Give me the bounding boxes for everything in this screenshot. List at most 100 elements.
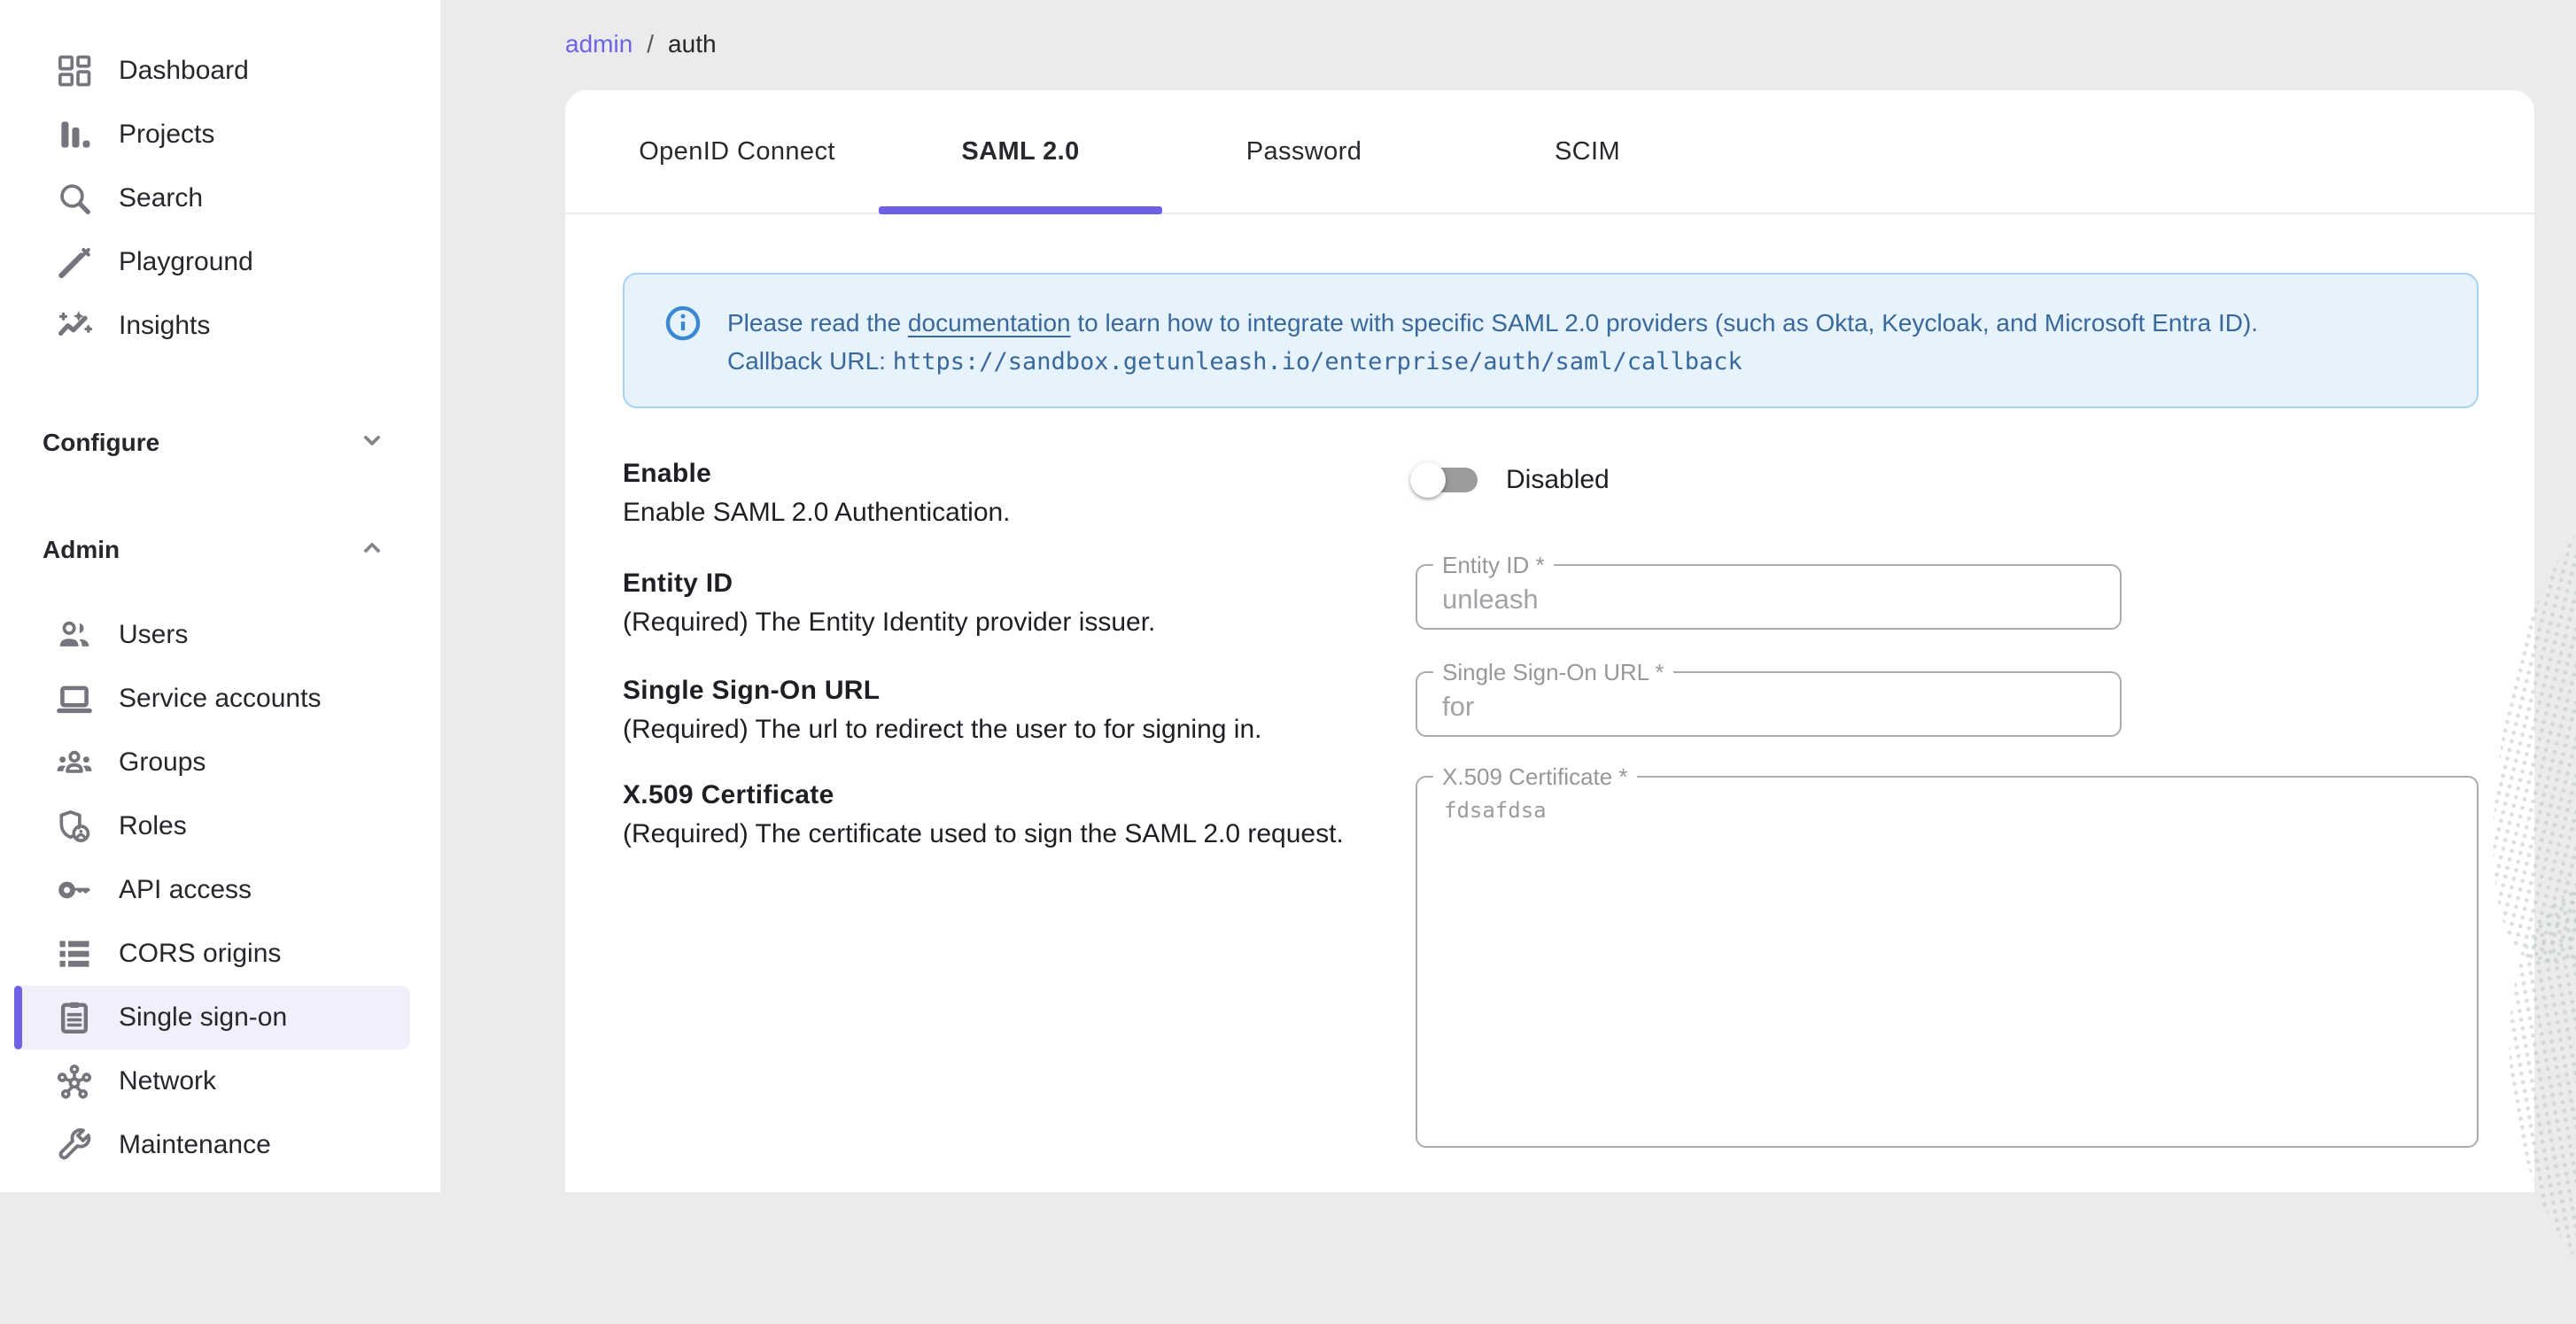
sso-url-row: Single Sign-On URL (Required) The url to… [623, 671, 2479, 749]
enable-row: Enable Enable SAML 2.0 Authentication. D… [623, 454, 2479, 532]
entity-id-description: (Required) The Entity Identity provider … [623, 603, 1371, 642]
sidebar-item-label: Playground [119, 247, 253, 277]
shield-person-icon [55, 807, 94, 846]
certificate-info: X.509 Certificate (Required) The certifi… [623, 776, 1416, 1148]
wrench-icon [55, 1126, 94, 1165]
sso-url-fieldbox: Single Sign-On URL * [1416, 671, 2122, 737]
certificate-field-label: X.509 Certificate * [1433, 764, 1637, 789]
breadcrumb-separator: / [647, 27, 654, 62]
sidebar-item-label: Dashboard [119, 56, 249, 86]
certificate-fieldbox: X.509 Certificate * fdsafdsa [1416, 776, 2479, 1148]
info-icon [663, 304, 702, 381]
sidebar-item-insights[interactable]: Insights [0, 294, 440, 358]
sidebar-item-users[interactable]: Users [0, 603, 440, 667]
breadcrumb-admin-link[interactable]: admin [565, 27, 632, 62]
tab-password[interactable]: Password [1162, 90, 1446, 213]
breadcrumb-current: auth [668, 27, 717, 62]
sidebar-item-roles[interactable]: Roles [0, 794, 440, 858]
clipboard-icon [55, 998, 94, 1037]
sso-url-info: Single Sign-On URL (Required) The url to… [623, 671, 1416, 749]
sidebar-item-label: Network [119, 1066, 216, 1096]
sidebar-item-label: Projects [119, 120, 214, 150]
certificate-control: X.509 Certificate * fdsafdsa [1416, 776, 2479, 1148]
sidebar-item-network[interactable]: Network [0, 1049, 440, 1113]
laptop-icon [55, 679, 94, 718]
sidebar-item-label: Users [119, 620, 188, 650]
callback-url-value: https://sandbox.getunleash.io/enterprise… [893, 348, 1742, 376]
enable-info: Enable Enable SAML 2.0 Authentication. [623, 454, 1416, 532]
entity-id-row: Entity ID (Required) The Entity Identity… [623, 564, 2479, 642]
sidebar-section-configure[interactable]: Configure [0, 411, 440, 475]
enable-toggle[interactable] [1416, 468, 1478, 492]
sidebar-item-cors-origins[interactable]: CORS origins [0, 922, 440, 986]
tab-scim[interactable]: SCIM [1446, 90, 1729, 213]
alert-text-before: Please read the [727, 309, 908, 337]
sidebar-item-playground[interactable]: Playground [0, 230, 440, 294]
info-alert: Please read the documentation to learn h… [623, 273, 2479, 408]
server-rows-icon [55, 934, 94, 973]
sidebar-primary-list: Dashboard Projects Search Playground Ins… [0, 0, 440, 358]
sso-url-description: (Required) The url to redirect the user … [623, 710, 1371, 749]
sidebar-item-groups[interactable]: Groups [0, 731, 440, 794]
saml-tab-content: Please read the documentation to learn h… [565, 273, 2534, 1148]
users-icon [55, 616, 94, 654]
sidebar-item-label: Roles [119, 811, 187, 841]
sidebar-item-projects[interactable]: Projects [0, 103, 440, 166]
sidebar-item-maintenance[interactable]: Maintenance [0, 1113, 440, 1177]
sidebar-section-label: Admin [43, 536, 120, 564]
info-alert-text: Please read the documentation to learn h… [727, 304, 2258, 381]
toggle-thumb [1410, 462, 1446, 498]
playground-icon [55, 243, 94, 282]
sidebar-item-label: Single sign-on [119, 1003, 287, 1033]
dashboard-icon [55, 51, 94, 90]
active-tab-indicator [879, 206, 1162, 214]
sidebar-section-label: Configure [43, 429, 159, 457]
sidebar-section-admin[interactable]: Admin [0, 518, 440, 582]
sso-url-control: Single Sign-On URL * [1416, 671, 2479, 749]
auth-settings-card: OpenID Connect SAML 2.0 Password SCIM Pl… [565, 90, 2534, 1192]
projects-icon [55, 115, 94, 154]
search-icon [55, 179, 94, 218]
callback-url-label: Callback URL: [727, 347, 893, 375]
sidebar-item-api-access[interactable]: API access [0, 858, 440, 922]
toggle-state-label: Disabled [1506, 465, 1610, 495]
insights-icon [55, 306, 94, 345]
sidebar-admin-list: Users Service accounts Groups Roles API … [0, 603, 440, 1177]
certificate-textarea[interactable]: fdsafdsa [1417, 778, 2477, 1146]
sso-url-label: Single Sign-On URL [623, 671, 1371, 710]
enable-description: Enable SAML 2.0 Authentication. [623, 493, 1371, 532]
tab-openid-connect[interactable]: OpenID Connect [595, 90, 879, 213]
sidebar-item-label: Search [119, 183, 203, 213]
alert-text-after: to learn how to integrate with specific … [1071, 309, 2258, 337]
enable-toggle-wrap: Disabled [1416, 465, 2479, 495]
enable-control: Disabled [1416, 454, 2479, 532]
tab-saml[interactable]: SAML 2.0 [879, 90, 1162, 213]
sidebar-item-label: CORS origins [119, 939, 281, 969]
certificate-description: (Required) The certificate used to sign … [623, 815, 1371, 854]
entity-id-label: Entity ID [623, 564, 1371, 603]
entity-id-fieldbox: Entity ID * [1416, 564, 2122, 630]
enable-label: Enable [623, 454, 1371, 493]
entity-id-control: Entity ID * [1416, 564, 2479, 642]
sidebar-item-label: Maintenance [119, 1130, 271, 1160]
certificate-label: X.509 Certificate [623, 776, 1371, 815]
sidebar-item-label: Groups [119, 747, 206, 778]
sidebar-item-service-accounts[interactable]: Service accounts [0, 667, 440, 731]
certificate-row: X.509 Certificate (Required) The certifi… [623, 776, 2479, 1148]
sidebar-item-dashboard[interactable]: Dashboard [0, 39, 440, 103]
sidebar-item-label: Insights [119, 311, 210, 341]
sidebar-item-search[interactable]: Search [0, 166, 440, 230]
sidebar: Dashboard Projects Search Playground Ins… [0, 0, 440, 1192]
sso-url-field-label: Single Sign-On URL * [1433, 660, 1673, 685]
sidebar-item-label: Service accounts [119, 684, 321, 714]
documentation-link[interactable]: documentation [908, 309, 1071, 337]
sidebar-item-single-sign-on[interactable]: Single sign-on [14, 986, 410, 1049]
chevron-down-icon [357, 425, 387, 461]
groups-icon [55, 743, 94, 782]
auth-tabbar: OpenID Connect SAML 2.0 Password SCIM [565, 90, 2534, 214]
sidebar-item-label: API access [119, 875, 252, 905]
breadcrumb: admin / auth [440, 0, 2576, 62]
hub-icon [55, 1062, 94, 1101]
chevron-up-icon [357, 532, 387, 569]
main-content: admin / auth OpenID Connect SAML 2.0 Pas… [440, 0, 2576, 1192]
